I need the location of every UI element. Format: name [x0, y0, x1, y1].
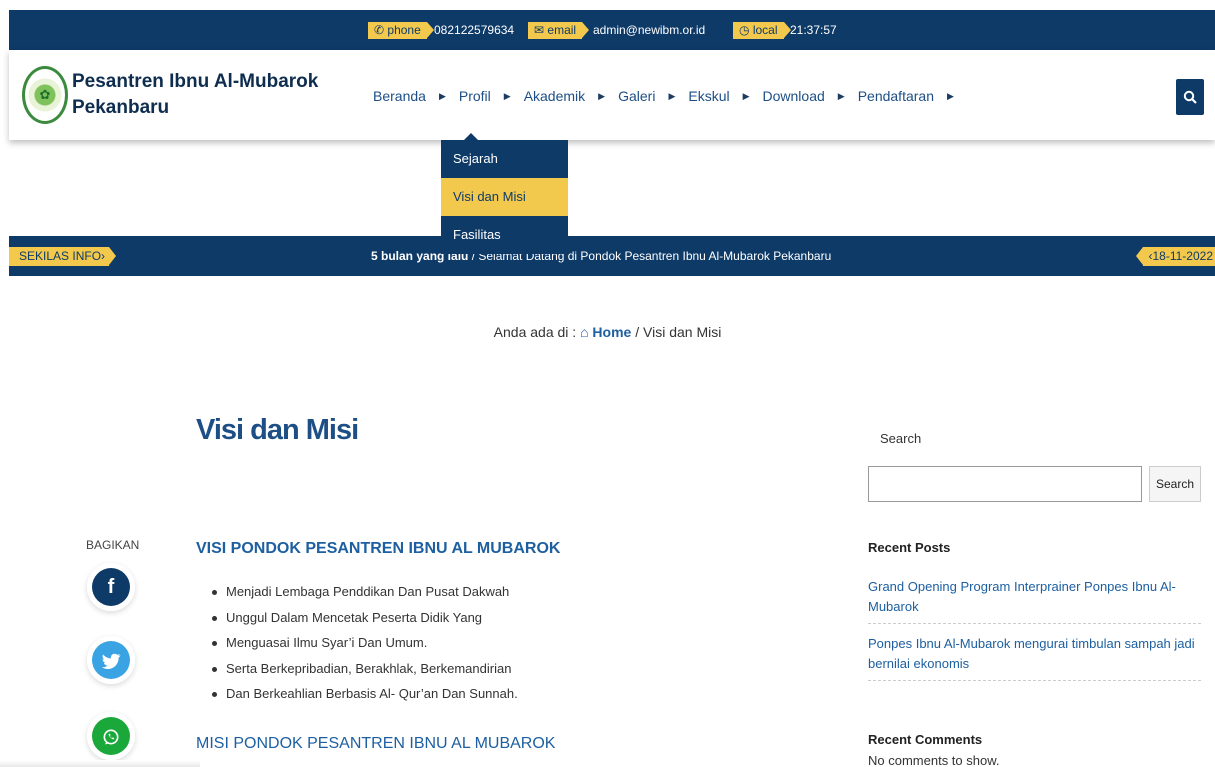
email-tag-label: email [547, 23, 577, 37]
visi-heading: VISI PONDOK PESANTREN IBNU AL MUBAROK [196, 540, 561, 557]
no-comments-text: No comments to show. [868, 753, 1000, 767]
dropdown-item-fasilitas[interactable]: Fasilitas [441, 216, 568, 254]
ticker-date: 18-11-2022 [1152, 249, 1214, 263]
dropdown-arrow [463, 133, 479, 141]
list-item: Menjadi Lembaga Penddikan Dan Pusat Dakw… [210, 584, 770, 610]
recent-comments-title: Recent Comments [868, 732, 983, 747]
sidebar-search-button[interactable]: Search [1149, 466, 1201, 502]
page-title: Visi dan Misi [196, 414, 359, 446]
recent-post-link[interactable]: Ponpes Ibnu Al-Mubarok mengurai timbulan… [868, 634, 1201, 681]
nav-item-ekskul[interactable]: Ekskul ▶ [688, 88, 762, 104]
nav-item-beranda[interactable]: Beranda ▶ [373, 88, 459, 104]
phone-tag-label: phone [387, 23, 421, 37]
leaf-icon: ✿ [39, 87, 51, 102]
nav-item-galeri[interactable]: Galeri ▶ [618, 88, 688, 104]
caret-right-icon: ▶ [837, 90, 845, 101]
share-label: BAGIKAN [86, 538, 140, 552]
chevron-right-icon: › [101, 249, 106, 263]
local-tag-label: local [752, 23, 778, 37]
home-icon: ⌂ [580, 324, 589, 340]
facebook-icon: f [92, 568, 130, 606]
nav-label: Ekskul [688, 88, 730, 104]
phone-icon: ✆ [374, 23, 385, 37]
site-logo[interactable]: ✿ [22, 66, 68, 124]
profil-dropdown: Sejarah Visi dan Misi Fasilitas [441, 140, 568, 254]
nav-item-profil[interactable]: Profil ▶ [459, 88, 524, 104]
list-item: Dan Berkeahlian Berbasis Al- Qur’an Dan … [210, 686, 770, 712]
nav-label: Download [762, 88, 825, 104]
caret-right-icon: ▶ [503, 90, 511, 101]
nav-label: Pendaftaran [857, 88, 934, 104]
sidebar-search-input[interactable] [868, 466, 1142, 502]
header-search-button[interactable] [1176, 79, 1204, 115]
envelope-icon: ✉ [534, 23, 545, 37]
info-ticker: SEKILAS INFO› 5 bulan yang lalu / Selama… [9, 236, 1215, 276]
nav-item-pendaftaran[interactable]: Pendaftaran ▶ [858, 88, 967, 104]
recent-post-link[interactable]: Grand Opening Program Interprainer Ponpe… [868, 577, 1201, 624]
site-title-line2: Pekanbaru [72, 97, 170, 118]
local-time: 21:37:57 [790, 23, 837, 37]
email-tag: ✉ email [528, 22, 590, 39]
dropdown-item-visi-misi[interactable]: Visi dan Misi [441, 178, 568, 216]
breadcrumb: Anda ada di : ⌂ Home / Visi dan Misi [0, 324, 1215, 340]
phone-number[interactable]: 082122579634 [434, 22, 514, 39]
nav-label: Akademik [523, 88, 586, 104]
recent-posts-title: Recent Posts [868, 540, 951, 555]
whatsapp-icon [92, 717, 130, 755]
list-item: Unggul Dalam Mencetak Peserta Didik Yang [210, 610, 770, 636]
search-icon [1183, 90, 1197, 104]
local-time-tag: ◷ local [733, 22, 790, 39]
share-facebook-button[interactable]: f [87, 563, 135, 611]
twitter-icon [92, 641, 130, 679]
breadcrumb-home-link[interactable]: ⌂ Home [580, 324, 631, 340]
nav-label: Beranda [373, 88, 426, 104]
clock-icon: ◷ [739, 23, 750, 37]
bottom-shadow [0, 760, 200, 767]
site-title[interactable]: Pesantren Ibnu Al-Mubarok Pekanbaru [72, 69, 362, 121]
breadcrumb-prefix: Anda ada di : [493, 324, 581, 340]
contact-bar: ✆ phone 082122579634 ✉ email admin@newib… [9, 10, 1215, 50]
nav-label: Profil [458, 88, 491, 104]
dropdown-item-sejarah[interactable]: Sejarah [441, 140, 568, 178]
nav-item-download[interactable]: Download ▶ [763, 88, 858, 104]
caret-right-icon: ▶ [668, 90, 676, 101]
phone-tag: ✆ phone [368, 22, 434, 39]
share-twitter-button[interactable] [87, 636, 135, 684]
caret-right-icon: ▶ [438, 90, 446, 101]
nav-item-akademik[interactable]: Akademik ▶ [524, 88, 618, 104]
sekilas-info-tag: SEKILAS INFO› [9, 247, 117, 266]
list-item: Serta Berkepribadian, Berakhlak, Berkema… [210, 661, 770, 687]
main-nav: Beranda ▶ Profil ▶ Akademik ▶ Galeri ▶ Eksku… [373, 86, 967, 106]
caret-right-icon: ▶ [598, 90, 606, 101]
caret-right-icon: ▶ [947, 90, 954, 101]
breadcrumb-home-label: Home [592, 324, 632, 340]
sidebar-search-label: Search [880, 431, 922, 446]
ticker-tag-label: SEKILAS INFO [19, 249, 102, 263]
caret-right-icon: ▶ [742, 90, 750, 101]
share-whatsapp-button[interactable] [87, 712, 135, 760]
ticker-date-tag: ‹18-11-2022 [1135, 247, 1215, 266]
visi-list: Menjadi Lembaga Penddikan Dan Pusat Dakw… [210, 584, 770, 712]
list-item: Menguasai Ilmu Syar’i Dan Umum. [210, 635, 770, 661]
site-title-line1: Pesantren Ibnu Al-Mubarok [72, 71, 319, 92]
nav-label: Galeri [618, 88, 656, 104]
misi-heading: MISI PONDOK PESANTREN IBNU AL MUBAROK [196, 735, 556, 752]
email-address[interactable]: admin@newibm.or.id [593, 22, 705, 39]
breadcrumb-current: / Visi dan Misi [631, 324, 722, 340]
